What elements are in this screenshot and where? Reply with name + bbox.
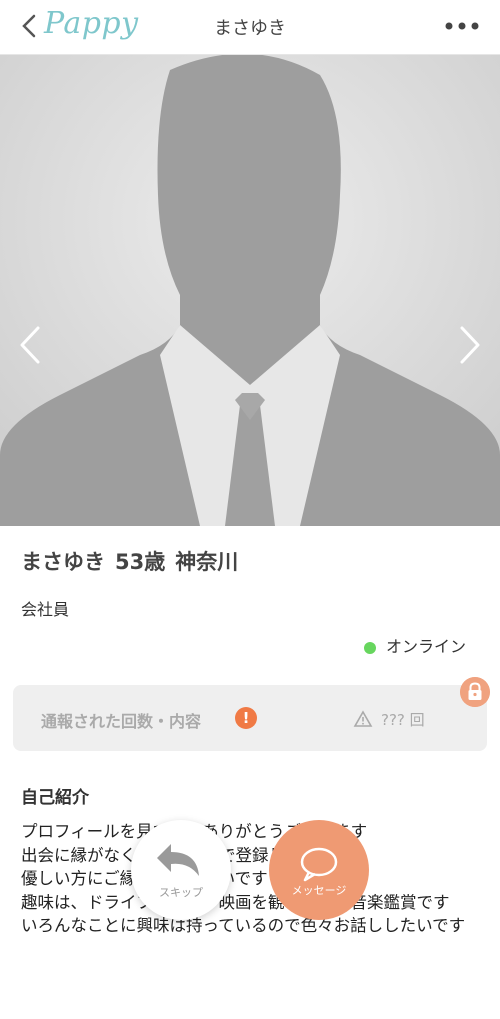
alert-icon: ! (235, 707, 257, 729)
intro-text: プロフィールを見て頂きありがとうございます 出会に縁がなく知人の紹介で登録してみ… (21, 822, 466, 935)
profile-name-line: まさゆき 53歳 神奈川 (21, 546, 248, 576)
chat-bubble-icon (300, 847, 338, 882)
lock-icon[interactable] (460, 677, 490, 707)
warning-triangle-icon (353, 710, 373, 727)
online-dot-icon (363, 641, 376, 654)
message-label: メッセージ (291, 884, 347, 897)
report-label: 通報された回数・内容 (41, 712, 202, 731)
skip-button[interactable]: スキップ (131, 820, 231, 920)
photo-next-icon[interactable] (452, 320, 488, 370)
report-count: ??? 回 (381, 711, 425, 729)
report-count-box[interactable]: 通報された回数・内容 ! ??? 回 (13, 685, 487, 751)
more-dots-icon[interactable] (444, 16, 480, 36)
profile-location: 神奈川 (175, 550, 239, 574)
default-avatar-silhouette (0, 55, 500, 526)
page-title: まさゆき (214, 18, 286, 39)
skip-label: スキップ (159, 886, 203, 899)
profile-age: 53歳 (115, 550, 166, 574)
photo-prev-icon[interactable] (12, 320, 48, 370)
profile-name: まさゆき (21, 550, 105, 574)
online-status: オンライン (363, 633, 466, 657)
profile-occupation: 会社員 (21, 600, 70, 619)
message-button[interactable]: メッセージ (269, 820, 369, 920)
profile-photo[interactable] (0, 55, 500, 526)
reply-arrow-icon (157, 844, 199, 876)
online-status-label: オンライン (385, 637, 466, 656)
header-bar: Pappy まさゆき (0, 0, 500, 55)
intro-heading: 自己紹介 (21, 788, 89, 808)
